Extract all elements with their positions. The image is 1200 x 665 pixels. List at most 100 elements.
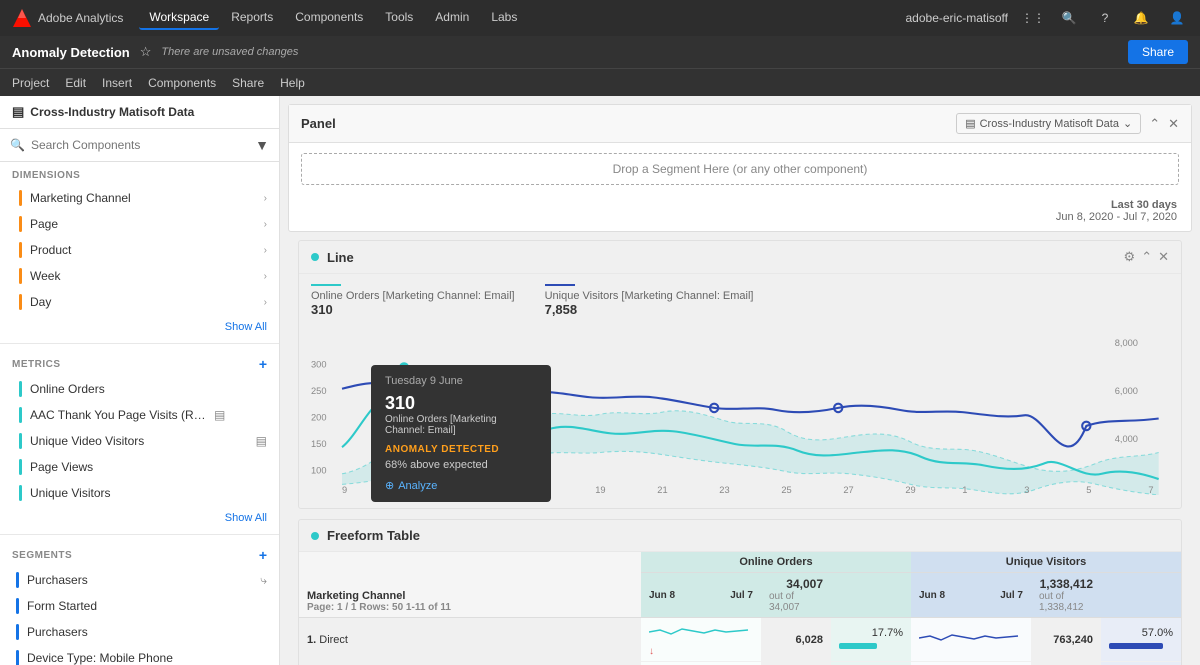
metric-color [19,407,22,423]
sidebar-item-page-views[interactable]: Page Views [0,454,279,480]
menu-insert[interactable]: Insert [102,76,132,90]
nav-reports[interactable]: Reports [221,6,283,30]
metric-name: Unique Video Visitors [30,434,252,448]
nav-components[interactable]: Components [285,6,373,30]
segment-color [16,624,19,640]
menu-project[interactable]: Project [12,76,49,90]
tooltip-anomaly-label: ANOMALY DETECTED [385,444,537,455]
app-logo[interactable]: Adobe Analytics [12,8,123,28]
tooltip-analyze-link[interactable]: ⊕ Analyze [385,479,537,492]
x-label-25: 25 [781,484,791,495]
help-icon[interactable]: ? [1094,7,1116,29]
row-oo-value: 5,402 [761,662,831,665]
top-nav: Adobe Analytics Workspace Reports Compon… [0,0,1200,36]
metric-color [19,459,22,475]
line-chart-collapse-icon[interactable]: ⌃ [1141,249,1152,265]
tooltip-date: Tuesday 9 June [385,375,537,387]
search-bar: 🔍 ▼ [0,129,279,162]
metric-name: AAC Thank You Page Visits (Registration … [30,408,210,422]
metrics-section-header: METRICS + [0,348,279,376]
sidebar-item-unique-visitors[interactable]: Unique Visitors [0,480,279,506]
user-icon[interactable]: 👤 [1166,7,1188,29]
nav-admin[interactable]: Admin [425,6,479,30]
row-oo-value: 6,028 [761,618,831,662]
col-uv-sparkline: Jun 8 Jul 7 [911,573,1031,618]
sidebar-item-online-orders[interactable]: Online Orders [0,376,279,402]
legend-label-uv: Unique Visitors [Marketing Channel: Emai… [545,290,754,302]
app-name: Adobe Analytics [38,11,123,25]
tooltip-anomaly-pct: 68% above expected [385,459,537,471]
table-row[interactable]: 2. Display ↓ 5,402 15.9% 58,474 4.4% [299,662,1181,665]
segment-name: Purchasers [27,573,260,587]
menu-share[interactable]: Share [232,76,264,90]
share-button[interactable]: Share [1128,40,1188,64]
line-chart-gear-icon[interactable]: ⚙ [1124,249,1136,265]
sidebar-item-day[interactable]: Day › [0,289,279,315]
uv-date-end: Jul 7 [1000,590,1023,601]
segment-mobile-phone[interactable]: Device Type: Mobile Phone [0,645,279,665]
nav-workspace[interactable]: Workspace [139,6,219,30]
apps-icon[interactable]: ⋮⋮ [1022,7,1044,29]
col-oo-bar [831,573,911,618]
segment-purchasers-2[interactable]: Purchasers [0,619,279,645]
sidebar-item-page[interactable]: Page › [0,211,279,237]
chevron-right-icon: › [264,193,267,204]
chevron-right-icon: › [264,219,267,230]
filter-icon[interactable]: ▼ [255,137,269,153]
y-label-150: 150 [311,438,327,449]
bell-icon[interactable]: 🔔 [1130,7,1152,29]
chevron-right-icon: › [264,297,267,308]
nav-labs[interactable]: Labs [481,6,527,30]
line-chart-close-icon[interactable]: ✕ [1158,249,1169,265]
add-segment-button[interactable]: + [259,547,267,563]
sidebar: ▤ Cross-Industry Matisoft Data 🔍 ▼ DIMEN… [0,96,280,665]
menu-edit[interactable]: Edit [65,76,86,90]
suite-selector[interactable]: ▤ Cross-Industry Matisoft Data ⌄ [956,113,1141,134]
sidebar-item-video-visitors[interactable]: Unique Video Visitors ▤ [0,428,279,454]
sidebar-item-week[interactable]: Week › [0,263,279,289]
add-metric-button[interactable]: + [259,356,267,372]
sidebar-title: Cross-Industry Matisoft Data [30,105,194,119]
menu-help[interactable]: Help [280,76,305,90]
oo-total-sub: out of 34,007 [769,591,823,613]
dimensions-show-all[interactable]: Show All [0,315,279,339]
x-label-23: 23 [719,484,729,495]
segment-form-started[interactable]: Form Started [0,593,279,619]
close-panel-icon[interactable]: ✕ [1168,116,1179,132]
dimension-color [19,190,22,206]
nav-tools[interactable]: Tools [375,6,423,30]
freeform-dot [311,532,319,540]
sidebar-item-aac-visits[interactable]: AAC Thank You Page Visits (Registration … [0,402,279,428]
row-oo-pct: 17.7% [831,618,911,662]
drop-zone[interactable]: Drop a Segment Here (or any other compon… [301,153,1179,185]
line-chart-section: Line ⚙ ⌃ ✕ Online Orders [Marketing Chan… [298,240,1182,509]
segment-shared-icon: ⤷ [260,573,267,588]
sidebar-item-product[interactable]: Product › [0,237,279,263]
row-channel-name: 1. Direct [299,618,641,662]
segments-section-header: SEGMENTS + [0,539,279,567]
table-row[interactable]: 1. Direct ↓ 6,028 17.7% 763,240 57.0% [299,618,1181,662]
dimension-color [19,242,22,258]
sidebar-item-marketing-channel[interactable]: Marketing Channel › [0,185,279,211]
segment-purchasers-1[interactable]: Purchasers ⤷ [0,567,279,593]
dimension-color [19,216,22,232]
x-label-19: 19 [595,484,605,495]
metrics-show-all[interactable]: Show All [0,506,279,530]
line-viz-dot [311,253,319,261]
col-marketing-channel[interactable]: Marketing Channel Page: 1 / 1 Rows: 50 1… [299,552,641,618]
y-label-250: 250 [311,385,327,396]
star-icon[interactable]: ☆ [140,44,152,60]
panel-icon: ▤ [12,104,24,120]
x-label-7: 7 [1148,484,1153,495]
menu-components[interactable]: Components [148,76,216,90]
tooltip-value: 310 [385,393,537,414]
search-icon[interactable]: 🔍 [1058,7,1080,29]
dimension-name: Page [30,217,264,231]
suite-name: Cross-Industry Matisoft Data [980,118,1119,130]
col-uv-total: 1,338,412 out of 1,338,412 [1031,573,1101,618]
chevron-right-icon: › [264,245,267,256]
date-range-label: Last 30 days [1111,199,1177,211]
search-input[interactable] [31,138,249,152]
collapse-panel-icon[interactable]: ⌃ [1149,116,1160,132]
second-nav: Anomaly Detection ☆ There are unsaved ch… [0,36,1200,68]
